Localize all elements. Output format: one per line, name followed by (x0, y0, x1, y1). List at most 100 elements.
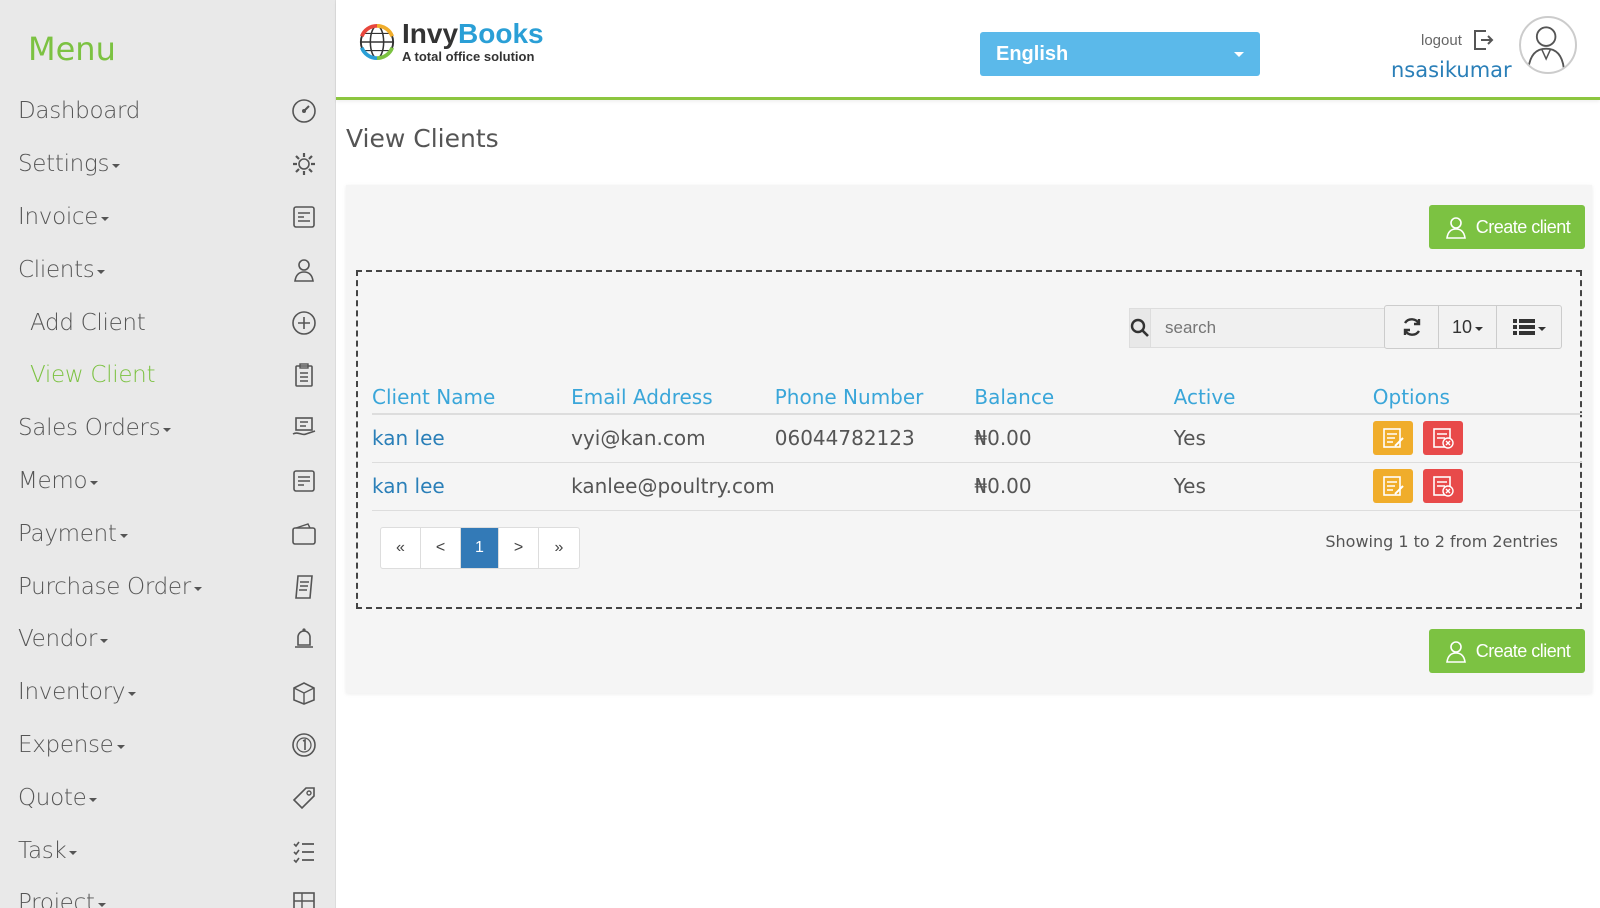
column-header-active[interactable]: Active (1173, 372, 1373, 415)
user-avatar-icon (1527, 26, 1565, 69)
client-name-link[interactable]: kan lee (372, 426, 445, 450)
sales-icon (290, 414, 318, 442)
caret-down-icon (89, 797, 98, 802)
logo-name-part-b: Books (458, 18, 544, 49)
caret-down-icon (101, 216, 110, 221)
sidebar-item-label: Payment (18, 520, 117, 547)
pagination: « < 1 > » (380, 527, 580, 569)
column-header-email[interactable]: Email Address (571, 372, 775, 415)
caret-down-icon (128, 692, 137, 697)
sidebar-item-settings[interactable]: Settings (0, 138, 335, 191)
tag-icon (290, 784, 318, 812)
column-header-client-name[interactable]: Client Name (372, 372, 572, 415)
top-header: InvyBooks A total office solution Englis… (336, 0, 1600, 100)
caret-down-icon (193, 586, 202, 591)
page-size-value: 10 (1451, 316, 1473, 337)
receipt-icon (290, 573, 318, 601)
sidebar-item-payment[interactable]: Payment (0, 507, 335, 560)
app-root: Menu Dashboard Settings Invoice Clients Add … (0, 0, 1600, 908)
sidebar-item-purchase-order[interactable]: Purchase Order (0, 560, 335, 613)
search-icon (1130, 318, 1149, 337)
sidebar-item-label: Dashboard (18, 98, 141, 125)
clients-panel: Create client search 10 Client Name Emai… (346, 185, 1592, 693)
sidebar-item-clients[interactable]: Clients (0, 243, 335, 296)
refresh-button[interactable] (1385, 306, 1439, 348)
table-row: kan lee kanlee@poultry.com ₦0.00 Yes (372, 462, 1582, 511)
delete-client-button[interactable] (1422, 469, 1463, 503)
cell-phone (774, 462, 975, 511)
sidebar-item-label: Project (18, 890, 95, 908)
sidebar-item-expense[interactable]: Expense (0, 719, 335, 772)
sidebar-item-quote[interactable]: Quote (0, 771, 335, 824)
sidebar-item-view-client[interactable]: View Client (0, 349, 335, 402)
project-icon (290, 889, 318, 908)
list-icon (1512, 319, 1535, 335)
create-client-button-bottom[interactable]: Create client (1429, 629, 1585, 673)
cell-options (1372, 414, 1582, 463)
pagination-prev[interactable]: < (421, 528, 461, 568)
caret-down-icon (112, 164, 121, 169)
cell-phone: 06044782123 (774, 414, 975, 463)
user-icon (290, 256, 318, 284)
client-name-link[interactable]: kan lee (372, 474, 445, 498)
cell-active: Yes (1173, 414, 1373, 463)
wallet-icon (290, 520, 318, 548)
column-header-balance[interactable]: Balance (974, 372, 1174, 415)
chevron-down-icon (1234, 52, 1244, 57)
pagination-last[interactable]: » (539, 528, 579, 568)
table-header-row: Client Name Email Address Phone Number B… (372, 372, 1582, 415)
create-client-label: Create client (1475, 216, 1571, 237)
sidebar-item-project[interactable]: Project (0, 877, 335, 908)
dashboard-icon (290, 97, 318, 125)
sidebar-item-label: Vendor (18, 626, 98, 653)
table-toolbar: 10 (1384, 305, 1562, 349)
columns-dropdown[interactable] (1497, 306, 1561, 348)
sidebar-item-sales-orders[interactable]: Sales Orders (0, 402, 335, 455)
username-link[interactable]: nsasikumar (1391, 58, 1512, 82)
sidebar-item-memo[interactable]: Memo (0, 455, 335, 508)
sidebar-item-label: Expense (18, 731, 114, 758)
sidebar-item-label: Quote (18, 784, 87, 811)
sidebar-item-add-client[interactable]: Add Client (0, 296, 335, 349)
page-size-dropdown[interactable]: 10 (1439, 306, 1497, 348)
sidebar-item-label: Sales Orders (18, 415, 161, 442)
cell-client-name: kan lee (372, 462, 572, 511)
pagination-current-page[interactable]: 1 (461, 528, 499, 568)
table-body: kan lee vyi@kan.com 06044782123 ₦0.00 Yes kan… (372, 414, 1582, 511)
sidebar-item-invoice[interactable]: Invoice (0, 191, 335, 244)
delete-client-button[interactable] (1422, 421, 1463, 456)
box-icon (290, 678, 318, 706)
cell-balance: ₦0.00 (974, 462, 1174, 511)
caret-down-icon (100, 639, 109, 644)
column-header-phone[interactable]: Phone Number (774, 372, 975, 415)
coin-icon (290, 731, 318, 759)
avatar[interactable] (1519, 16, 1577, 74)
sidebar-item-dashboard[interactable]: Dashboard (0, 85, 335, 138)
bell-icon (290, 625, 318, 653)
sidebar-item-task[interactable]: Task (0, 824, 335, 877)
create-client-button[interactable]: Create client (1429, 205, 1585, 249)
edit-client-button[interactable] (1372, 469, 1413, 503)
edit-client-button[interactable] (1372, 421, 1413, 456)
caret-down-icon (119, 533, 128, 538)
sidebar-item-label: Clients (18, 256, 95, 283)
user-icon (1445, 217, 1466, 239)
sidebar-item-label: View Client (30, 362, 156, 389)
globe-logo-icon (359, 23, 395, 61)
language-select[interactable]: English (980, 32, 1260, 76)
pagination-next[interactable]: > (499, 528, 539, 568)
search-input[interactable] (1151, 308, 1387, 348)
sidebar-item-inventory[interactable]: Inventory (0, 666, 335, 719)
language-value: English (996, 42, 1069, 65)
logout-link[interactable]: logout (1421, 28, 1494, 52)
sidebar-item-label: Invoice (18, 203, 99, 230)
sidebar-item-label: Memo (18, 467, 88, 494)
caret-down-icon (97, 903, 106, 908)
sidebar-item-vendor[interactable]: Vendor (0, 613, 335, 666)
pagination-first[interactable]: « (381, 528, 421, 568)
search-addon[interactable] (1129, 308, 1151, 348)
caret-down-icon (163, 428, 172, 433)
sidebar-item-label: Inventory (18, 679, 126, 706)
refresh-icon (1403, 318, 1420, 336)
logo[interactable]: InvyBooks A total office solution (358, 20, 544, 64)
